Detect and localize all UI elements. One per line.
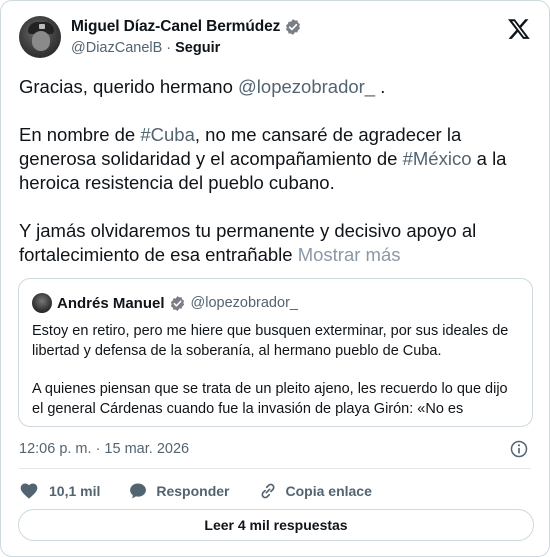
author-info: Miguel Díaz-Canel Bermúdez @DiazCanelB ·… [71,16,302,58]
tweet-body: Gracias, querido hermano @lopezobrador_ … [19,75,531,267]
quoted-tweet-header: Andrés Manuel @lopezobrador_ [32,292,298,314]
quoted-paragraph-2: A quienes piensan que se trata de un ple… [32,381,508,417]
info-icon[interactable] [509,439,529,459]
verified-badge-icon [284,18,302,36]
show-more-link[interactable]: Mostrar más [298,244,401,265]
quoted-author-avatar [32,293,52,313]
like-button[interactable]: 10,1 mil [19,481,100,501]
follow-button[interactable]: Seguir [175,40,220,56]
quoted-tweet[interactable]: Andrés Manuel @lopezobrador_ Estoy en re… [18,278,533,427]
reply-button[interactable]: Responder [128,481,230,501]
tweet-card: Miguel Díaz-Canel Bermúdez @DiazCanelB ·… [0,0,550,557]
tweet-paragraph-3: Y jamás olvidaremos tu permanente y deci… [19,220,477,265]
author-avatar[interactable] [19,16,61,58]
link-icon [260,483,275,499]
read-replies-button[interactable]: Leer 4 mil respuestas [18,509,534,541]
tweet-meta: 12:06 p. m. · 15 mar. 2026 [19,438,531,460]
timestamp-link[interactable]: 12:06 p. m. · 15 mar. 2026 [19,441,189,457]
tweet-paragraph-1: Gracias, querido hermano @lopezobrador_ … [19,76,386,97]
reply-label: Responder [156,483,230,499]
reply-bubble-icon [130,483,147,499]
quoted-paragraph-1: Estoy en retiro, pero me hiere que busqu… [32,323,509,359]
verified-badge-icon [169,295,186,312]
author-name[interactable]: Miguel Díaz-Canel Bermúdez [71,18,280,36]
separator-dot: · [166,40,172,56]
tweet-paragraph-2: En nombre de #Cuba, no me cansaré de agr… [19,124,507,193]
quoted-author-handle: @lopezobrador_ [190,295,298,311]
mention-link[interactable]: @lopezobrador_ [238,76,375,97]
heart-icon [20,483,38,499]
tweet-header: Miguel Díaz-Canel Bermúdez @DiazCanelB ·… [19,15,533,59]
hashtag-mexico-link[interactable]: #México [403,148,472,169]
quoted-tweet-text: Estoy en retiro, pero me hiere que busqu… [32,321,522,419]
copy-link-label: Copia enlace [285,483,372,499]
copy-link-button[interactable]: Copia enlace [258,481,372,501]
author-handle[interactable]: @DiazCanelB [71,40,162,56]
like-count: 10,1 mil [49,483,101,499]
x-logo-icon[interactable] [507,17,531,41]
quoted-author-name: Andrés Manuel [57,294,165,312]
action-bar: 10,1 mil Responder Copia enlace [19,479,400,503]
hashtag-cuba-link[interactable]: #Cuba [140,124,195,145]
divider [19,468,531,469]
